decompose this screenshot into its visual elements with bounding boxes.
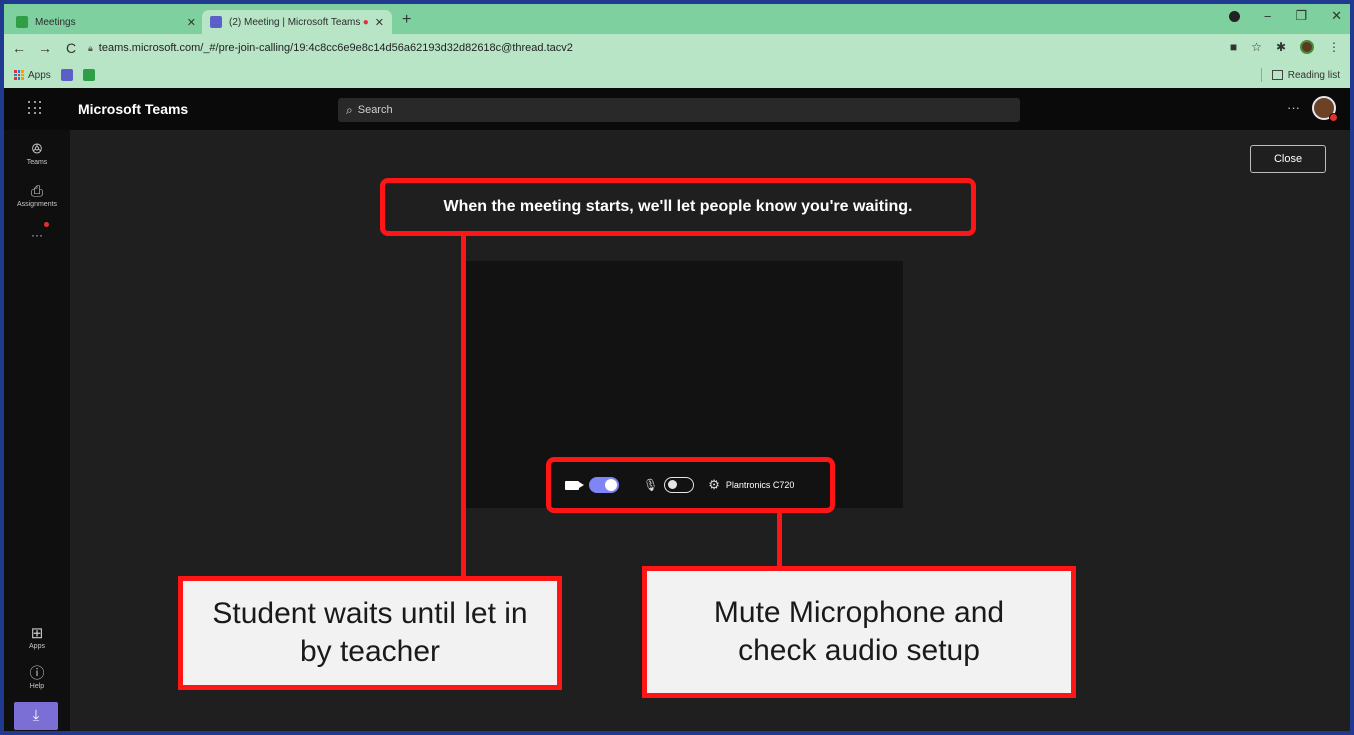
callout-text: Mute Microphone and check audio setup [713, 596, 1005, 667]
rail-item-help[interactable]: ⓘ Help [4, 665, 70, 691]
callout-connector-left [461, 236, 466, 578]
callout-connector-right [777, 513, 782, 567]
calendar-favicon-icon [16, 16, 28, 28]
toolbar-actions: ■ ☆ ✱ ⋮ [1230, 40, 1340, 54]
recording-icon: ● [362, 16, 369, 28]
rail-item-assignments[interactable]: ⎙ Assignments [4, 183, 70, 209]
callout-text: Student waits until let in by teacher [212, 597, 528, 668]
notification-dot [44, 222, 49, 227]
close-window-icon[interactable]: ✕ [1331, 8, 1342, 24]
more-options-icon[interactable]: ··· [1287, 100, 1300, 115]
assignments-icon: ⎙ [30, 183, 43, 200]
rail-item-apps[interactable]: ⊞ Apps [4, 625, 70, 651]
microphone-toggle[interactable] [664, 477, 695, 493]
left-app-rail: ꔮ Teams ⎙ Assignments ··· ⊞ Apps ⓘ Help … [4, 130, 70, 731]
teams-icon: ꔮ [31, 141, 43, 158]
app-title: Microsoft Teams [78, 101, 189, 117]
browser-toolbar: ← → C 🔒︎ teams.microsoft.com/_#/pre-join… [4, 34, 1350, 62]
bookmark-star-icon[interactable]: ☆ [1251, 40, 1262, 54]
tab-title: (2) Meeting | Microsoft Teams [229, 16, 361, 28]
bookmark-apps[interactable]: Apps [14, 70, 51, 81]
lock-icon: 🔒︎ [88, 42, 93, 53]
browser-menu-icon[interactable]: ⋮ [1328, 40, 1340, 54]
callout-mute-microphone: Mute Microphone and check audio setup [642, 566, 1076, 698]
help-icon: ⓘ [29, 665, 45, 682]
device-settings-label[interactable]: Plantronics C720 [726, 480, 795, 490]
rail-item-label: Teams [26, 159, 48, 166]
close-tab-icon[interactable]: ✕ [187, 16, 196, 29]
app-launcher-waffle-icon[interactable] [28, 101, 42, 115]
device-controls-highlight: 🎙︎ ⚙ Plantronics C720 [546, 457, 835, 513]
close-tab-icon[interactable]: ✕ [375, 16, 384, 29]
browser-tab-strip: Meetings ✕ (2) Meeting | Microsoft Teams… [4, 4, 1350, 34]
search-input[interactable]: ⌕ Search [338, 98, 1020, 122]
minimize-icon[interactable]: − [1264, 9, 1272, 24]
search-icon: ⌕ [346, 102, 353, 117]
close-button[interactable]: Close [1250, 145, 1326, 173]
camera-icon [565, 480, 584, 490]
teams-header: Microsoft Teams ⌕ Search ··· [4, 88, 1350, 130]
camera-toggle[interactable] [589, 477, 619, 493]
url-text: teams.microsoft.com/_#/pre-join-calling/… [98, 42, 573, 54]
waiting-message-highlight: When the meeting starts, we'll let peopl… [380, 178, 976, 236]
forward-icon[interactable]: → [34, 40, 56, 56]
rail-item-label: Help [29, 683, 45, 690]
reading-list-label: Reading list [1287, 69, 1340, 81]
profile-avatar[interactable] [1300, 40, 1314, 54]
bookmark-calendar[interactable] [82, 69, 95, 81]
teams-bookmark-icon [60, 69, 73, 81]
rail-item-label: Assignments [16, 201, 58, 208]
callout-student-waits: Student waits until let in by teacher [178, 576, 562, 690]
address-bar[interactable]: 🔒︎ teams.microsoft.com/_#/pre-join-calli… [88, 38, 1238, 58]
prejoin-stage: Close When the meeting starts, we'll let… [70, 130, 1350, 731]
tab-meetings[interactable]: Meetings ✕ [8, 10, 204, 34]
bookmarks-bar: Apps Reading list [4, 62, 1350, 88]
extension-icon[interactable] [1228, 10, 1240, 22]
search-placeholder: Search [357, 104, 393, 116]
tab-title: Meetings [35, 16, 76, 28]
teams-favicon-icon [210, 16, 222, 28]
apps-icon: ⊞ [30, 625, 44, 642]
tab-teams-meeting[interactable]: (2) Meeting | Microsoft Teams ● ✕ [202, 10, 392, 34]
rail-item-teams[interactable]: ꔮ Teams [4, 141, 70, 167]
more-apps-icon: ··· [31, 228, 43, 242]
screen: Meetings ✕ (2) Meeting | Microsoft Teams… [4, 4, 1350, 731]
new-tab-button[interactable]: + [402, 11, 411, 29]
calendar-bookmark-icon [82, 69, 95, 81]
device-settings-gear-icon[interactable]: ⚙ [708, 477, 720, 493]
apps-grid-icon [14, 70, 24, 80]
bookmark-apps-label: Apps [28, 69, 51, 81]
reload-icon[interactable]: C [60, 40, 82, 56]
back-icon[interactable]: ← [8, 40, 30, 56]
reading-list-icon [1271, 70, 1283, 80]
rail-item-more[interactable]: ··· [4, 228, 70, 242]
presence-status-icon [1329, 113, 1338, 122]
waiting-message: When the meeting starts, we'll let peopl… [443, 198, 913, 215]
reading-list-button[interactable]: Reading list [1260, 68, 1340, 82]
divider [1260, 68, 1262, 82]
window-controls: − ❐ ✕ [1228, 8, 1342, 24]
download-button[interactable]: ⤓ [14, 702, 58, 730]
download-icon: ⤓ [32, 707, 40, 724]
extensions-puzzle-icon[interactable]: ✱ [1276, 40, 1286, 54]
mic-muted-icon: 🎙︎ [643, 478, 659, 492]
rail-item-label: Apps [29, 643, 45, 650]
restore-icon[interactable]: ❐ [1295, 8, 1307, 24]
bookmark-teams[interactable] [60, 69, 73, 81]
camera-in-use-icon[interactable]: ■ [1230, 40, 1237, 54]
